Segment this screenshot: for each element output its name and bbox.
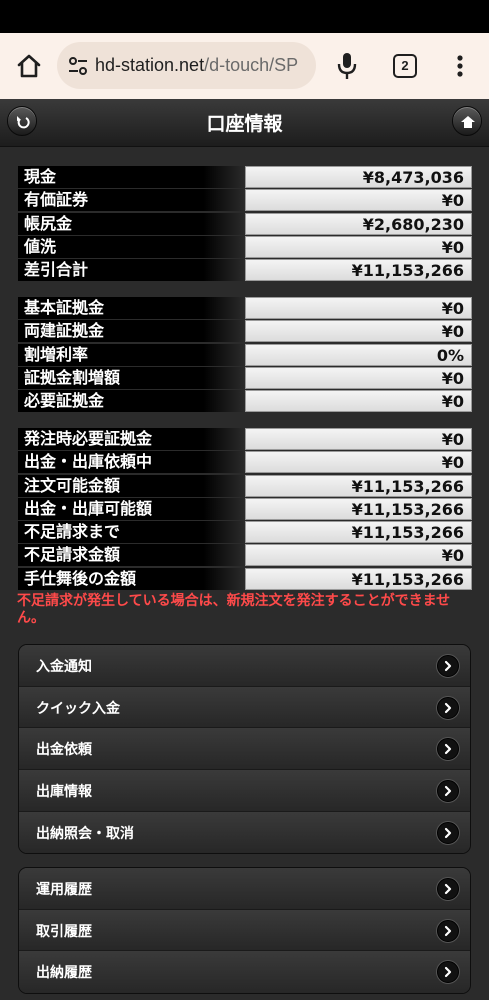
page-header: 口座情報: [0, 99, 489, 147]
url-text: hd-station.net/d-touch/SP: [95, 55, 311, 77]
menu-item-quick-deposit[interactable]: クイック入金: [19, 686, 470, 729]
menu-item-withdrawal-request[interactable]: 出金依頼: [19, 728, 470, 771]
menu-item-label: クイック入金: [36, 700, 120, 717]
row-label: 基本証拠金: [18, 297, 244, 319]
table-row: 出金・出庫可能額 ¥11,153,266: [18, 497, 472, 521]
row-label: 注文可能金額: [18, 474, 244, 497]
menu-item-deposit-notice[interactable]: 入金通知: [19, 645, 470, 687]
table-row: 有価証券 ¥0: [18, 189, 472, 212]
menu-item-label: 入金通知: [36, 659, 92, 675]
row-value: ¥0: [245, 189, 472, 212]
browser-home-icon[interactable]: [12, 49, 46, 83]
table-row: 証拠金割増額 ¥0: [18, 366, 472, 390]
row-value: ¥2,680,230: [245, 212, 472, 235]
tab-switcher-button[interactable]: 2: [393, 54, 417, 78]
menu-item-label: 出納照会・取消: [36, 825, 134, 842]
table-row: 値洗 ¥0: [18, 235, 472, 259]
balance-table: 現金 ¥8,473,036 有価証券 ¥0 帳尻金 ¥2,680,230 値洗 ¥0 差…: [18, 166, 472, 282]
chevron-right-icon: [437, 738, 459, 761]
table-row: 基本証拠金 ¥0: [18, 297, 472, 320]
row-label: 両建証拠金: [18, 320, 244, 343]
table-row: 不足請求金額 ¥0: [18, 544, 472, 567]
chevron-right-icon: [437, 878, 459, 900]
menu-item-cashflow-inquiry[interactable]: 出納照会・取消: [19, 811, 470, 854]
row-value: ¥11,153,266: [245, 497, 472, 520]
row-label: 必要証拠金: [18, 390, 244, 413]
table-row: 注文可能金額 ¥11,153,266: [18, 474, 472, 498]
chevron-right-icon: [437, 919, 459, 942]
menu-item-operation-history[interactable]: 運用履歴: [19, 868, 470, 910]
home-icon[interactable]: [452, 106, 482, 136]
menu-item-cashflow-history[interactable]: 出納履歴: [19, 951, 470, 994]
chevron-right-icon: [437, 961, 459, 984]
table-row: 発注時必要証拠金 ¥0: [18, 428, 472, 451]
history-menu: 運用履歴 取引履歴 出納履歴: [18, 867, 471, 995]
row-value: ¥0: [245, 366, 472, 389]
row-value: ¥11,153,266: [245, 521, 472, 544]
row-label: 不足請求まで: [18, 521, 244, 544]
menu-item-trade-history[interactable]: 取引履歴: [19, 909, 470, 952]
chevron-right-icon: [437, 696, 459, 719]
warning-message: 不足請求が発生している場合は、新規注文を発注することができません。: [17, 593, 451, 626]
row-value: ¥0: [245, 320, 472, 343]
url-path: /d-touch/SP: [204, 55, 299, 75]
chevron-right-icon: [437, 780, 459, 803]
url-host: hd-station.net: [95, 55, 205, 75]
row-label: 帳尻金: [18, 212, 244, 235]
table-row: 必要証拠金 ¥0: [18, 390, 472, 413]
row-value: 0%: [245, 343, 472, 366]
menu-item-label: 取引履歴: [36, 923, 92, 940]
row-value: ¥0: [245, 428, 472, 450]
row-label: 手仕舞後の金額: [18, 567, 244, 590]
row-value: ¥11,153,266: [245, 474, 472, 497]
row-label: 証拠金割増額: [18, 366, 244, 389]
table-row: 割増利率 0%: [18, 343, 472, 367]
menu-item-delivery-info[interactable]: 出庫情報: [19, 770, 470, 812]
menu-item-label: 出金依頼: [36, 742, 92, 759]
margin-table: 基本証拠金 ¥0 両建証拠金 ¥0 割増利率 0% 証拠金割増額 ¥0 必要証拠金 ¥0: [18, 297, 472, 413]
table-row: 差引合計 ¥11,153,266: [18, 259, 472, 282]
table-row: 不足請求まで ¥11,153,266: [18, 521, 472, 544]
table-row: 両建証拠金 ¥0: [18, 320, 472, 343]
row-value: ¥0: [245, 451, 472, 474]
menu-item-label: 運用履歴: [36, 882, 92, 898]
table-row: 現金 ¥8,473,036: [18, 166, 472, 189]
row-value: ¥8,473,036: [245, 166, 472, 188]
withdrawal-table: 発注時必要証拠金 ¥0 出金・出庫依頼中 ¥0 注文可能金額 ¥11,153,266 …: [18, 428, 472, 591]
table-row: 手仕舞後の金額 ¥11,153,266: [18, 567, 472, 591]
row-label: 出金・出庫依頼中: [18, 451, 244, 474]
row-value: ¥0: [245, 297, 472, 319]
status-bar: [0, 0, 489, 33]
menu-item-label: 出納履歴: [36, 965, 92, 982]
menu-item-label: 出庫情報: [36, 784, 92, 801]
row-value: ¥0: [245, 235, 472, 258]
row-label: 差引合計: [18, 259, 244, 282]
table-row: 出金・出庫依頼中 ¥0: [18, 451, 472, 474]
row-label: 現金: [18, 166, 244, 188]
chevron-right-icon: [437, 821, 459, 844]
row-value: ¥11,153,266: [245, 259, 472, 282]
microphone-icon[interactable]: [332, 49, 362, 83]
row-value: ¥11,153,266: [245, 567, 472, 590]
table-row: 帳尻金 ¥2,680,230: [18, 212, 472, 236]
row-label: 出金・出庫可能額: [18, 497, 244, 520]
row-value: ¥0: [245, 390, 472, 413]
site-settings-icon[interactable]: [66, 54, 90, 78]
chevron-right-icon: [437, 655, 459, 677]
row-label: 割増利率: [18, 343, 244, 366]
row-value: ¥0: [245, 544, 472, 567]
browser-toolbar: hd-station.net/d-touch/SP 2: [0, 33, 489, 99]
more-options-icon[interactable]: [450, 49, 470, 83]
row-label: 値洗: [18, 235, 244, 258]
row-label: 発注時必要証拠金: [18, 428, 244, 450]
row-label: 有価証券: [18, 189, 244, 212]
page-title: 口座情報: [206, 113, 283, 135]
funds-menu: 入金通知 クイック入金 出金依頼 出庫情報 出納照会・取消: [18, 644, 471, 855]
address-bar[interactable]: hd-station.net/d-touch/SP: [57, 42, 316, 89]
row-label: 不足請求金額: [18, 544, 244, 567]
